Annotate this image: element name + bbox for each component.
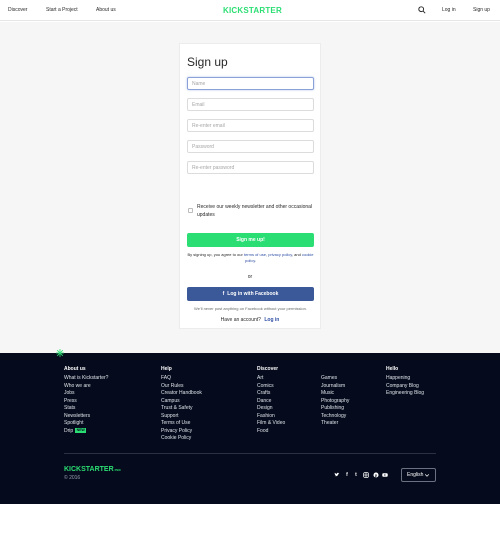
footer-logo[interactable]: KICKSTARTERPBC	[64, 466, 121, 473]
name-field[interactable]	[187, 77, 314, 90]
login-link[interactable]: Log in	[264, 317, 279, 323]
terms-prefix: By signing up, you agree to our	[187, 252, 243, 257]
kickstarter-logo[interactable]: KICKSTARTER	[223, 6, 282, 15]
signup-card: Sign up Receive our weekly newsletter an…	[179, 43, 321, 329]
nav-start-project[interactable]: Start a Project	[46, 7, 78, 13]
language-select[interactable]: English	[401, 468, 436, 482]
sign-me-up-button[interactable]: Sign me up!	[187, 233, 314, 247]
footer-link[interactable]: Art	[257, 375, 285, 383]
footer-logo-text: KICKSTARTER	[64, 466, 114, 473]
main-content: Sign up Receive our weekly newsletter an…	[0, 22, 500, 353]
privacy-policy-link[interactable]: privacy policy	[268, 252, 292, 257]
footer-help-list: FAQ Our Rules Creator Handbook Campus Tr…	[161, 375, 202, 443]
instagram-icon[interactable]	[363, 472, 369, 478]
have-account-label: Have an account?	[220, 317, 261, 323]
footer-link[interactable]: Engineering Blog	[386, 390, 424, 398]
email-field[interactable]	[187, 98, 314, 111]
terms-separator: ,	[265, 252, 268, 257]
footer-link[interactable]: Our Rules	[161, 383, 202, 391]
footer-logo-suffix: PBC	[114, 468, 121, 472]
footer-link[interactable]: Food	[257, 428, 285, 436]
footer-discover-list-1: Art Comics Crafts Dance Design Fashion F…	[257, 375, 285, 435]
footer-link[interactable]: Support	[161, 413, 202, 421]
footer-link-drip[interactable]: Drip NEW	[64, 428, 108, 436]
footer-link[interactable]: Design	[257, 405, 285, 413]
footer-link[interactable]: Film & Video	[257, 420, 285, 428]
footer-help-title: Help	[161, 366, 172, 372]
copyright: © 2016	[64, 475, 81, 481]
page-title: Sign up	[187, 55, 228, 69]
footer-hello-list: Happening Company Blog Engineering Blog	[386, 375, 424, 398]
footer-link[interactable]: Publishing	[321, 405, 349, 413]
youtube-icon[interactable]	[382, 472, 388, 478]
footer-link[interactable]: Games	[321, 375, 349, 383]
password-field[interactable]	[187, 140, 314, 153]
pinterest-icon[interactable]: p	[373, 472, 379, 478]
footer-link[interactable]: Cookie Policy	[161, 435, 202, 443]
footer-hello-title: Hello	[386, 366, 399, 372]
nav-about-us[interactable]: About us	[96, 7, 116, 13]
search-icon[interactable]	[418, 6, 426, 14]
or-divider: or	[247, 274, 253, 280]
footer-link[interactable]: Technology	[321, 413, 349, 421]
have-account-text: Have an account? Log in	[179, 317, 321, 323]
terms-end: .	[254, 258, 257, 263]
facebook-icon: f	[222, 291, 225, 297]
footer-link[interactable]: Press	[64, 398, 108, 406]
footer-link[interactable]: Theater	[321, 420, 349, 428]
sparkle-icon	[56, 349, 64, 357]
footer-link[interactable]: Crafts	[257, 390, 285, 398]
terms-text: By signing up, you agree to our terms of…	[187, 252, 314, 264]
footer-link[interactable]: Company Blog	[386, 383, 424, 391]
footer-link[interactable]: Dance	[257, 398, 285, 406]
footer-link[interactable]: FAQ	[161, 375, 202, 383]
footer-link[interactable]: Creator Handbook	[161, 390, 202, 398]
facebook-login-button[interactable]: f Log in with Facebook	[187, 287, 314, 301]
header-signup-link[interactable]: Sign up	[473, 7, 490, 13]
terms-and: , and	[291, 252, 301, 257]
footer-about-list: What is Kickstarter? Who we are Jobs Pre…	[64, 375, 108, 435]
footer-discover-title: Discover	[257, 366, 279, 372]
footer-link[interactable]: Campus	[161, 398, 202, 406]
twitter-icon[interactable]	[334, 472, 340, 478]
footer-link[interactable]: Spotlight	[64, 420, 108, 428]
language-value: English	[407, 472, 424, 478]
footer-about-title: About us	[64, 366, 86, 372]
footer-link[interactable]: Happening	[386, 375, 424, 383]
site-header: Discover Start a Project About us KICKST…	[0, 0, 500, 21]
site-footer: About us What is Kickstarter? Who we are…	[0, 349, 500, 504]
footer-link[interactable]: Newsletters	[64, 413, 108, 421]
nav-discover[interactable]: Discover	[8, 7, 27, 13]
footer-link[interactable]: Journalism	[321, 383, 349, 391]
tumblr-icon[interactable]: t	[353, 472, 359, 478]
facebook-button-label: Log in with Facebook	[227, 291, 279, 297]
reenter-password-field[interactable]	[187, 161, 314, 174]
drip-label: Drip	[64, 427, 74, 434]
footer-link[interactable]: Stats	[64, 405, 108, 413]
footer-link[interactable]: Music	[321, 390, 349, 398]
header-login-link[interactable]: Log in	[442, 7, 456, 13]
footer-divider	[64, 453, 436, 454]
reenter-email-field[interactable]	[187, 119, 314, 132]
terms-of-use-link[interactable]: terms of use	[244, 252, 266, 257]
facebook-footer-icon[interactable]: f	[344, 472, 350, 478]
footer-discover-list-2: Games Journalism Music Photography Publi…	[321, 375, 349, 428]
footer-link[interactable]: Who we are	[64, 383, 108, 391]
footer-link[interactable]: Jobs	[64, 390, 108, 398]
newsletter-checkbox[interactable]	[188, 208, 193, 213]
footer-link[interactable]: Comics	[257, 383, 285, 391]
facebook-note: We'll never post anything on Facebook wi…	[194, 306, 307, 311]
chevron-down-icon	[424, 474, 430, 477]
new-badge: NEW	[75, 427, 87, 433]
footer-link[interactable]: What is Kickstarter?	[64, 375, 108, 383]
footer-link[interactable]: Terms of Use	[161, 420, 202, 428]
footer-link[interactable]: Privacy Policy	[161, 428, 202, 436]
newsletter-label: Receive our weekly newsletter and other …	[197, 204, 313, 218]
footer-link[interactable]: Fashion	[257, 413, 285, 421]
footer-link[interactable]: Photography	[321, 398, 349, 406]
footer-link[interactable]: Trust & Safety	[161, 405, 202, 413]
